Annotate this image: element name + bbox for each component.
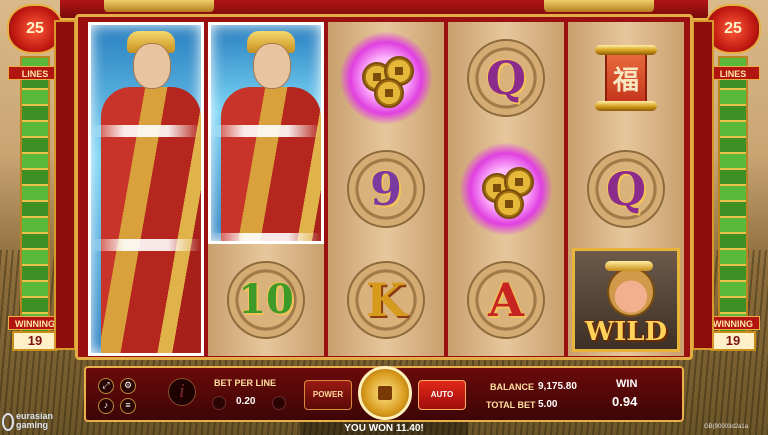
sparkle-line: [91, 239, 201, 251]
reel-1: [88, 22, 204, 356]
sound-icon[interactable]: ♪: [98, 398, 114, 414]
power-button[interactable]: POWER: [304, 380, 352, 410]
lines-count: 25: [724, 20, 742, 37]
auto-button[interactable]: AUTO: [418, 380, 466, 410]
bamboo-pole: [20, 56, 50, 346]
symbol-disc: 9: [347, 149, 425, 228]
wild-monk-symbol: [88, 22, 204, 356]
lines-label: LINES: [706, 66, 760, 80]
bet-per-line-value: 0.20: [236, 396, 256, 407]
monkey-face: [607, 266, 655, 317]
symbol-q: Q: [485, 50, 527, 105]
win-box: WIN 0.94: [594, 374, 674, 414]
wild-monkey-symbol: WILD: [572, 247, 680, 352]
total-bet-value: 5.00: [538, 399, 558, 410]
control-bar: ⤢ ⚙ ♪ ≡ i BET PER LINE 0.20 POWER AUTO B…: [84, 366, 684, 422]
symbol-cell: A: [448, 244, 564, 355]
fullscreen-icon[interactable]: ⤢: [98, 378, 114, 394]
bamboo-pole: [718, 56, 748, 346]
total-bet-label: TOTAL BET: [486, 400, 536, 410]
reel-4: Q A: [448, 22, 564, 356]
symbol-disc: K: [347, 260, 425, 339]
bet-decrease-button[interactable]: [212, 396, 226, 410]
monk-face: [253, 43, 291, 89]
brand-logo: eurasian gaming: [16, 412, 53, 430]
wild-label: WILD: [584, 316, 668, 347]
symbol-disc: 10: [227, 260, 305, 339]
win-value: 0.94: [612, 394, 638, 409]
top-plaque-left: [104, 0, 214, 12]
win-message: YOU WON 11.40!: [300, 422, 468, 435]
reel-3: 9 K: [328, 22, 444, 356]
scroll-rod: [595, 100, 657, 111]
winning-count: 19: [12, 331, 58, 351]
symbol-cell: [448, 133, 564, 244]
scroll-paper: 福: [605, 50, 647, 107]
balance-label: BALANCE: [490, 382, 534, 392]
brand-line-2: gaming: [16, 420, 49, 430]
symbol-ten: 10: [238, 275, 294, 323]
symbol-cell: K: [328, 244, 444, 355]
symbol-q: Q: [605, 161, 647, 216]
symbol-nine: 9: [369, 161, 402, 216]
win-label: WIN: [616, 378, 638, 390]
symbol-cell: 福: [568, 22, 684, 133]
menu-icon[interactable]: ≡: [120, 398, 136, 414]
monk-robe: [221, 87, 321, 241]
wild-monk-symbol: [208, 22, 324, 244]
bet-per-line-label: BET PER LINE: [214, 378, 277, 388]
coin-icon: [374, 77, 404, 108]
coins-symbol: [460, 142, 552, 235]
symbol-cell: WILD: [568, 244, 684, 355]
symbol-cell: 10: [208, 244, 324, 355]
scroll-symbol: 福: [591, 43, 661, 113]
reel-2: 10: [208, 22, 324, 356]
symbol-disc: Q: [467, 38, 545, 117]
settings-icon[interactable]: ⚙: [120, 378, 136, 394]
bet-increase-button[interactable]: [272, 396, 286, 410]
symbol-a: A: [488, 272, 524, 327]
left-side-panel: [54, 20, 76, 350]
session-id: GB(90003d2a1a: [704, 424, 749, 430]
sparkle-line: [211, 233, 321, 241]
symbol-cell: Q: [568, 133, 684, 244]
scroll-rod: [595, 44, 657, 55]
stop-icon: [378, 386, 392, 400]
sparkle-line: [211, 125, 321, 137]
sparkle-line: [91, 125, 201, 137]
symbol-cell: [328, 22, 444, 133]
spin-button[interactable]: [358, 366, 412, 420]
symbol-k: K: [366, 272, 406, 327]
symbol-disc: Q: [587, 149, 665, 228]
top-plaque-right: [544, 0, 654, 12]
winning-label: WINNING: [706, 316, 760, 330]
right-side-panel: [692, 20, 714, 350]
symbol-cell: 9: [328, 133, 444, 244]
coin-icon: [494, 188, 524, 219]
winning-count: 19: [710, 331, 756, 351]
reel-5: 福 Q WILD: [568, 22, 684, 356]
lines-count: 25: [26, 20, 44, 37]
reel-area: 10 9 K Q A 福 Q WILD: [88, 22, 684, 356]
symbol-cell: Q: [448, 22, 564, 133]
balance-value: 9,175.80: [538, 381, 577, 392]
coins-symbol: [340, 31, 432, 124]
info-icon[interactable]: i: [168, 378, 196, 406]
monkey-headband: [605, 260, 653, 271]
monk-face: [133, 43, 171, 89]
symbol-disc: A: [467, 260, 545, 339]
eurasian-gaming-logo-icon: [2, 413, 14, 431]
